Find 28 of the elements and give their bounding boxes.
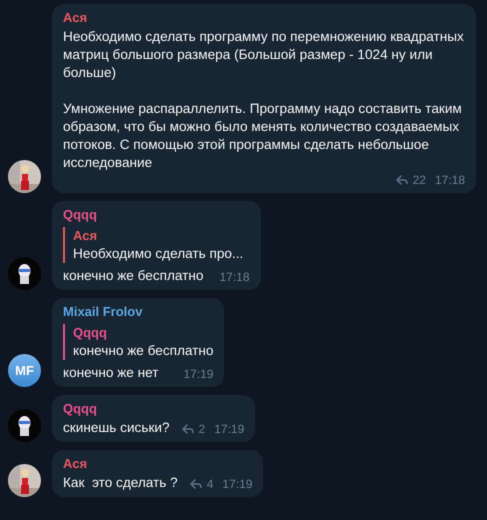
share-count: 4 xyxy=(206,476,214,492)
message-text: Умножение распараллелить. Программу надо составить таким образом, что бы можно было менять количество создаваемых потоков. С помощью этой программы сделать небольшое исследование xyxy=(63,100,463,172)
message-time: 17:19 xyxy=(222,476,252,492)
message-time: 17:19 xyxy=(183,366,214,382)
sender-name[interactable]: Qqqq xyxy=(63,206,250,224)
sender-name[interactable]: Ася xyxy=(63,455,252,473)
message-time: 17:19 xyxy=(214,421,244,437)
share-icon xyxy=(396,175,408,185)
reply-quote[interactable]: Ася Необходимо сделать про... xyxy=(63,227,250,263)
share-count: 2 xyxy=(198,421,206,437)
message-text: конечно же бесплатно xyxy=(63,267,204,285)
message-time: 17:18 xyxy=(219,269,250,285)
sender-name[interactable]: Qqqq xyxy=(63,400,244,418)
sender-name[interactable]: Ася xyxy=(63,9,465,27)
message-text: Как это сделать ? xyxy=(63,474,178,492)
message-text: скинешь сиськи? xyxy=(63,419,170,437)
reply-text: Необходимо сделать про... xyxy=(73,245,244,263)
reply-text: конечно же бесплатно xyxy=(73,342,214,360)
share-icon xyxy=(182,424,194,434)
message-time: 17:18 xyxy=(434,172,465,188)
share-icon xyxy=(190,479,202,489)
share-count: 22 xyxy=(412,172,426,188)
message-text: Необходимо сделать программу по перемножению квадратных матриц большого размера (Большой размер - 1024 ну или больше) xyxy=(63,28,465,82)
reply-author: Qqqq xyxy=(73,324,108,342)
sender-name[interactable]: Mixail Frolov xyxy=(63,303,214,321)
reply-author: Ася xyxy=(73,227,98,245)
message-text: конечно же нет xyxy=(63,364,158,382)
avatar[interactable]: MF xyxy=(8,354,41,387)
